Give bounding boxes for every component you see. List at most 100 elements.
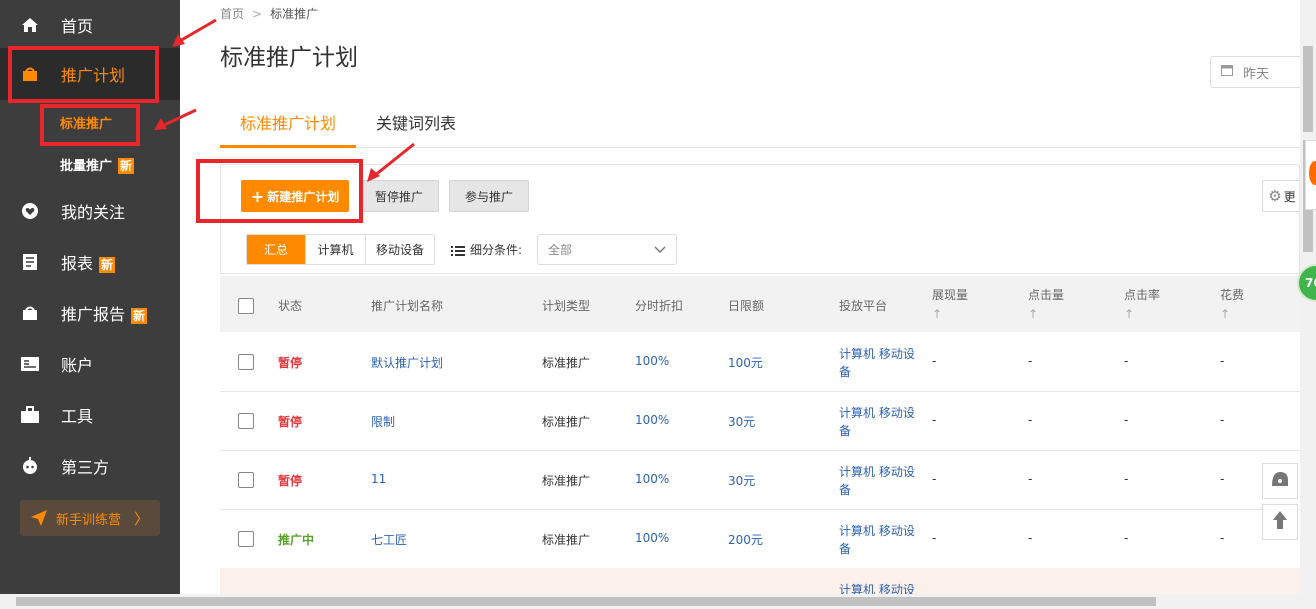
col-ctr[interactable]: 点击率 ↑: [1124, 286, 1160, 321]
sub-item-label: 批量推广: [60, 159, 113, 174]
ctr-cell: -: [1124, 531, 1129, 545]
platform-cell[interactable]: 计算机 移动设备: [839, 345, 915, 381]
col-time-discount[interactable]: 分时折扣: [635, 297, 683, 314]
platform-cell[interactable]: 计算机 移动设备: [839, 522, 915, 558]
col-cost[interactable]: 花费 ↑: [1220, 286, 1244, 321]
segment-computer[interactable]: 计算机: [306, 235, 366, 264]
chevron-right-icon: 〉: [134, 509, 150, 528]
sub-item-batch[interactable]: 批量推广新: [60, 155, 135, 174]
condition-label: 细分条件:: [470, 243, 523, 257]
daily-limit-cell[interactable]: 200元: [728, 531, 763, 548]
gear-icon: ⚙: [1268, 187, 1282, 205]
nav-item-label: 推广报告新: [61, 305, 148, 324]
status-cell[interactable]: 暂停: [278, 413, 302, 430]
annotation-box-standard: [40, 104, 140, 146]
join-button[interactable]: 参与推广: [449, 180, 529, 212]
nav-item-third-party[interactable]: 第三方: [0, 446, 180, 486]
sort-arrow-icon: ↑: [1124, 307, 1135, 321]
nav-item-tools[interactable]: 工具: [0, 395, 180, 435]
row-checkbox[interactable]: [238, 413, 254, 429]
filter-row: 汇总 计算机 移动设备 细分条件: 全部: [220, 226, 1300, 274]
nav-item-account[interactable]: 账户: [0, 344, 180, 384]
date-label: 昨天: [1243, 66, 1270, 82]
table-row: 推广中 七工匠 标准推广 100% 200元 计算机 移动设备 - - - -: [220, 510, 1300, 569]
new-badge: 新: [118, 158, 135, 174]
toolbox-icon: [20, 405, 40, 425]
more-settings-label: 更: [1283, 189, 1296, 204]
row-checkbox[interactable]: [238, 472, 254, 488]
col-platform[interactable]: 投放平台: [839, 297, 887, 314]
row-checkbox[interactable]: [238, 531, 254, 547]
platform-cell[interactable]: 计算机 移动设备: [839, 404, 915, 440]
nav-item-follow[interactable]: 我的关注: [0, 191, 180, 231]
col-plan-name[interactable]: 推广计划名称: [371, 297, 443, 314]
condition-select[interactable]: 全部: [537, 234, 677, 265]
select-all-checkbox[interactable]: [238, 298, 254, 314]
back-to-top-button[interactable]: [1262, 504, 1298, 540]
col-plan-type[interactable]: 计划类型: [542, 297, 590, 314]
chevron-right-icon: >: [252, 7, 263, 21]
active-tab-underline: [220, 145, 356, 148]
breadcrumb-home[interactable]: 首页: [220, 7, 244, 21]
daily-limit-cell[interactable]: 30元: [728, 472, 755, 489]
new-badge: 新: [131, 308, 148, 324]
row-checkbox[interactable]: [238, 354, 254, 370]
clicks-cell: -: [1028, 413, 1033, 427]
col-impressions[interactable]: 展现量 ↑: [932, 286, 968, 321]
ctr-cell: -: [1124, 354, 1129, 368]
home-icon: [20, 15, 40, 35]
plan-name-link[interactable]: 默认推广计划: [371, 354, 443, 371]
feedback-button[interactable]: [1262, 463, 1298, 499]
annotation-arrow-icon: [154, 108, 197, 130]
date-picker[interactable]: 昨天: [1210, 56, 1305, 88]
shop-report-icon: [20, 303, 40, 323]
segment-summary[interactable]: 汇总: [247, 235, 306, 264]
nav-item-home[interactable]: 首页: [0, 5, 180, 45]
id-card-icon: [20, 354, 40, 374]
device-segment: 汇总 计算机 移动设备: [246, 234, 435, 265]
side-panel-tab[interactable]: [1305, 140, 1316, 210]
discount-cell[interactable]: 100%: [635, 354, 669, 368]
table-row-partial: 计算机 移动设: [220, 568, 1300, 597]
scroll-thumb[interactable]: [16, 597, 1156, 606]
nav-item-label: 第三方: [61, 458, 110, 477]
breadcrumb-current: 标准推广: [270, 7, 319, 21]
nav-item-promo-report[interactable]: 推广报告新: [0, 293, 180, 333]
ctr-cell: -: [1124, 413, 1129, 427]
nav-item-label: 报表新: [61, 254, 116, 273]
platform-cell[interactable]: 计算机 移动设备: [839, 463, 915, 499]
scroll-thumb[interactable]: [1303, 46, 1313, 132]
daily-limit-cell[interactable]: 30元: [728, 413, 755, 430]
plan-type-cell: 标准推广: [542, 474, 591, 488]
plan-name-link[interactable]: 七工匠: [371, 531, 407, 548]
annotation-arrow-icon: [367, 142, 415, 182]
plan-type-cell: 标准推广: [542, 356, 591, 370]
breadcrumb: 首页 > 标准推广: [220, 5, 318, 22]
nav-item-report[interactable]: 报表新: [0, 242, 180, 282]
daily-limit-cell[interactable]: 100元: [728, 354, 763, 371]
plan-name-link[interactable]: 11: [371, 472, 386, 486]
discount-cell[interactable]: 100%: [635, 472, 669, 486]
clicks-cell: -: [1028, 354, 1033, 368]
training-camp-button[interactable]: 新手训练营 〉: [20, 500, 160, 536]
heart-icon: [20, 201, 40, 221]
col-status[interactable]: 状态: [278, 297, 302, 314]
discount-cell[interactable]: 100%: [635, 413, 669, 427]
status-cell[interactable]: 推广中: [278, 531, 314, 548]
col-clicks[interactable]: 点击量 ↑: [1028, 286, 1064, 321]
status-cell[interactable]: 暂停: [278, 354, 302, 371]
tab-standard-plan[interactable]: 标准推广计划: [240, 110, 336, 134]
plan-type-cell: 标准推广: [542, 533, 591, 547]
plan-name-link[interactable]: 限制: [371, 413, 395, 430]
segment-mobile[interactable]: 移动设备: [366, 235, 434, 264]
nav-item-label: 我的关注: [61, 203, 126, 222]
paper-plane-icon: [30, 509, 48, 531]
horizontal-scrollbar[interactable]: [0, 594, 1316, 609]
discount-cell[interactable]: 100%: [635, 531, 669, 545]
sort-arrow-icon: ↑: [1028, 307, 1039, 321]
more-settings-button[interactable]: ⚙ 更: [1262, 180, 1301, 212]
tab-keyword-list[interactable]: 关键词列表: [376, 110, 456, 134]
status-cell[interactable]: 暂停: [278, 472, 302, 489]
col-daily-limit[interactable]: 日限额: [728, 297, 764, 314]
impressions-cell: -: [932, 472, 937, 486]
